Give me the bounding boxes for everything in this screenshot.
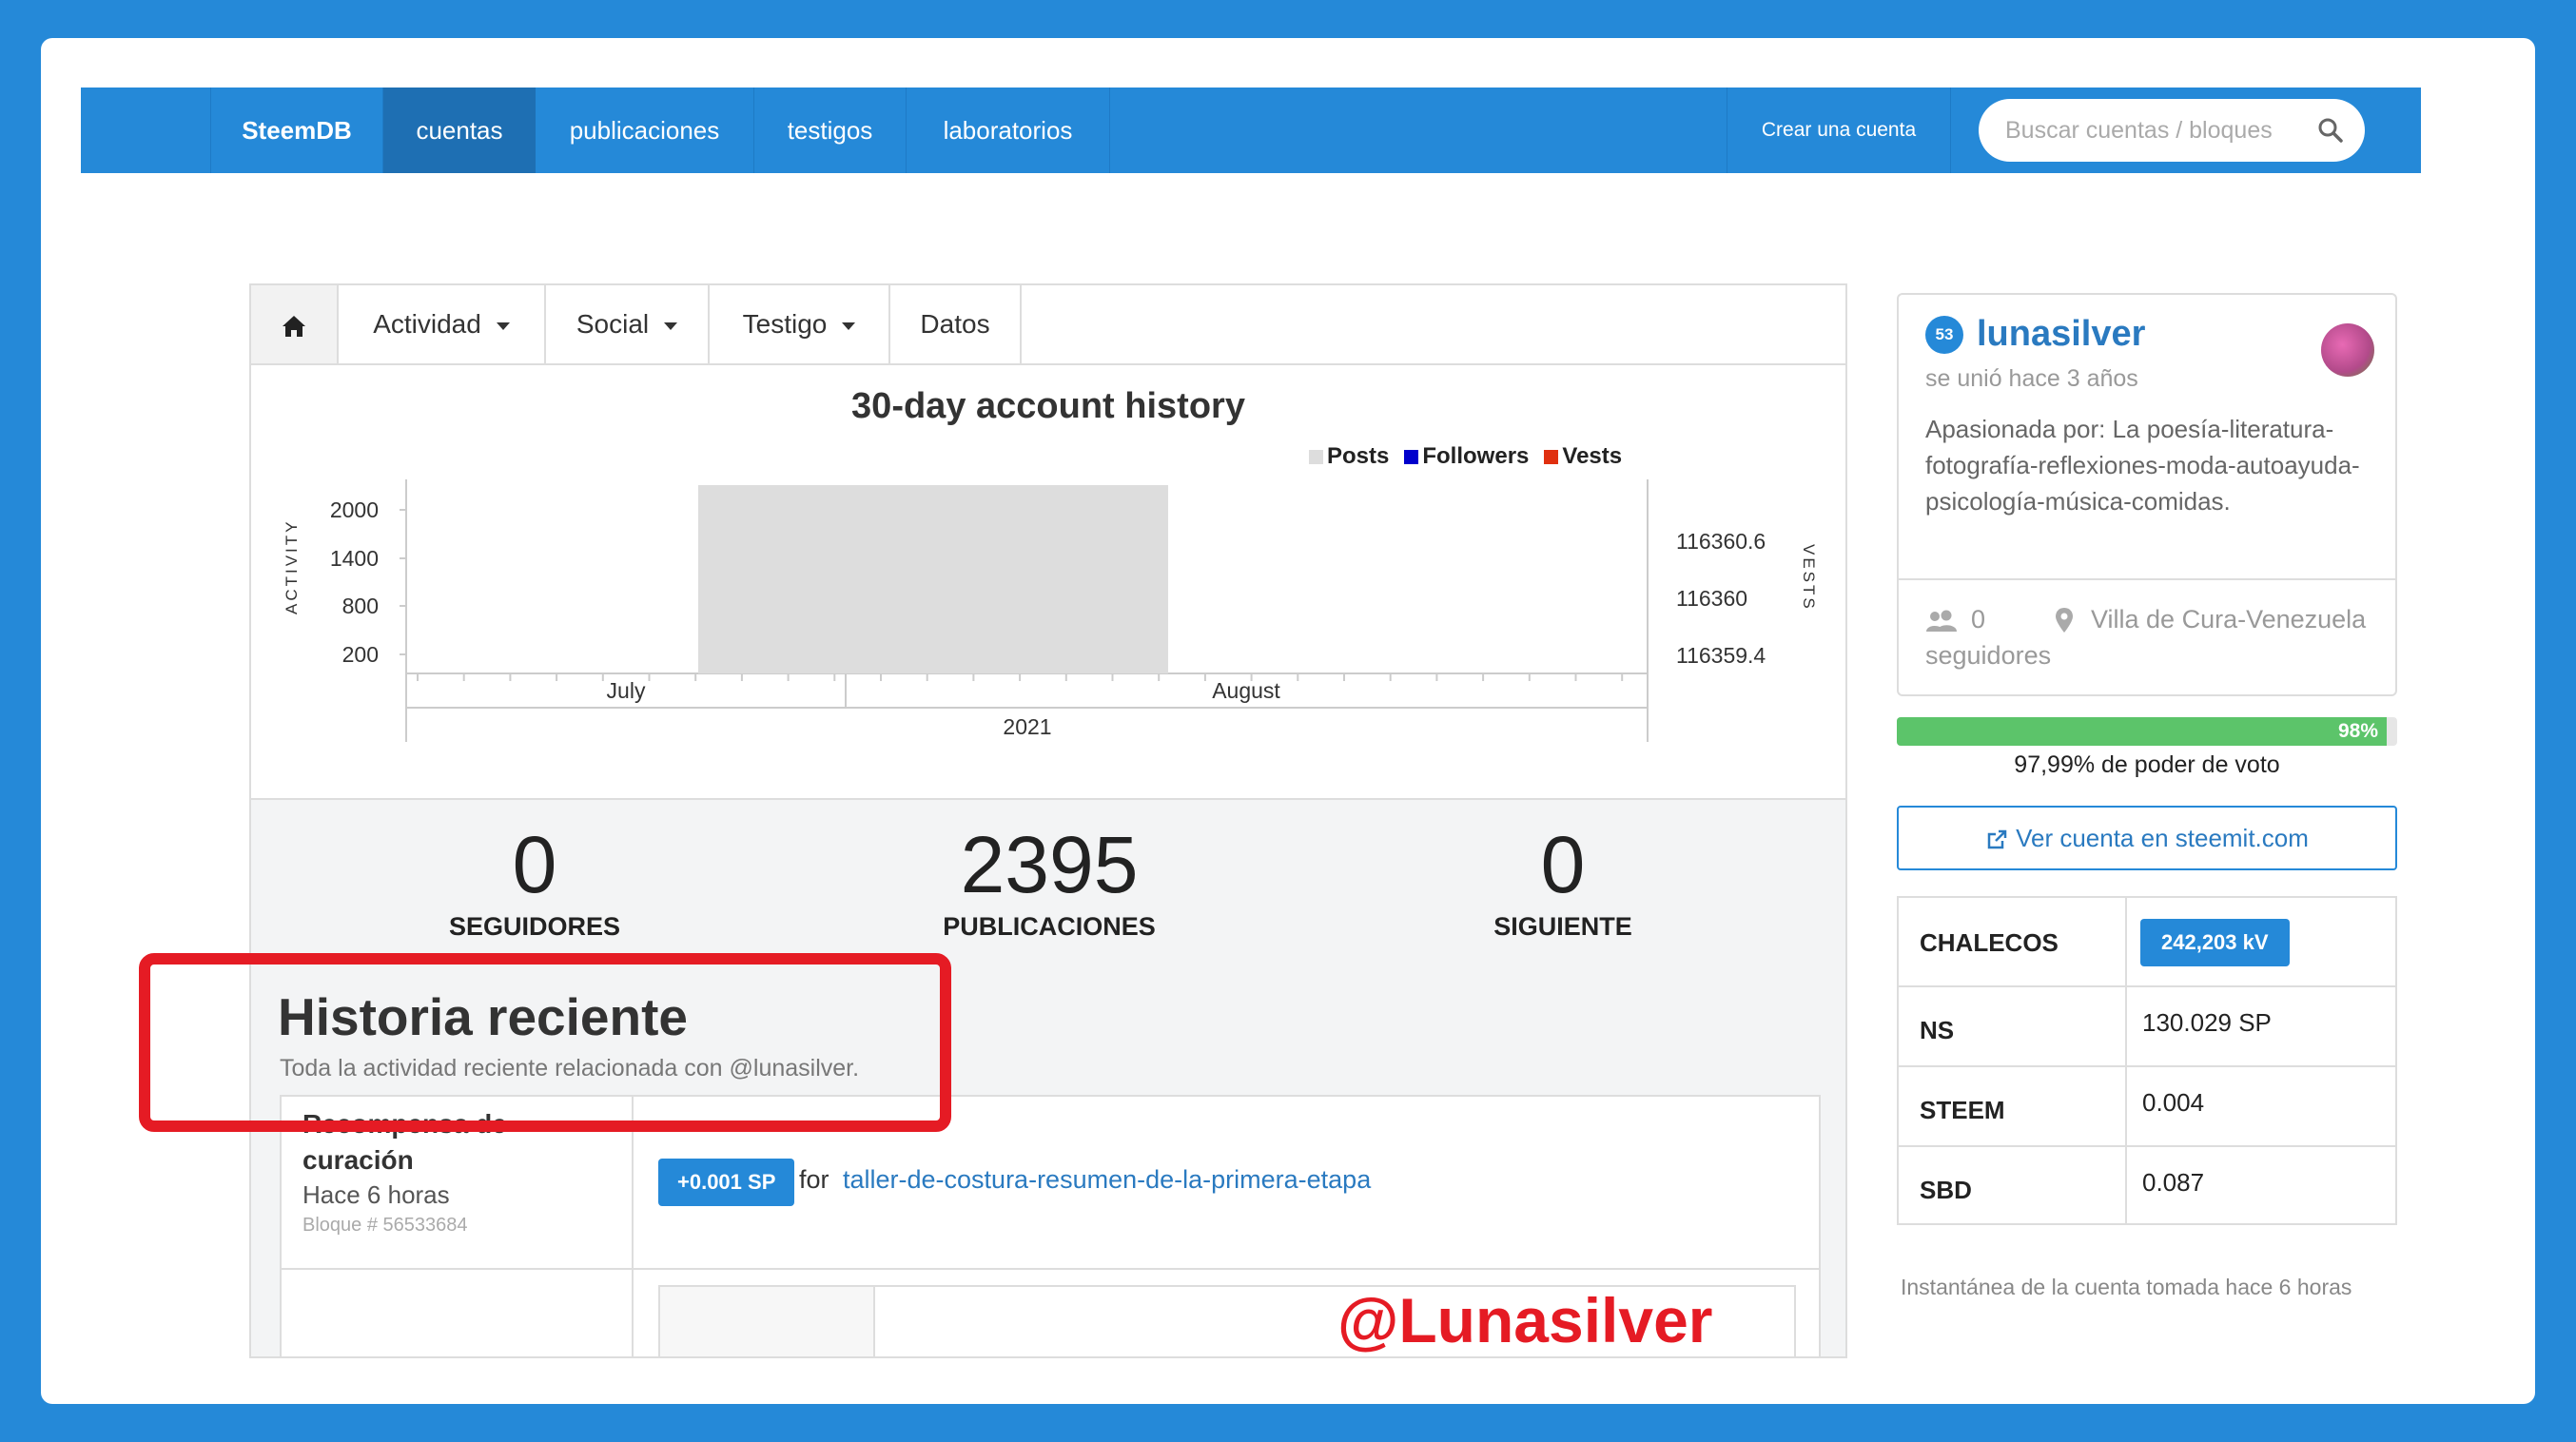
x-tick-label: July <box>607 678 646 703</box>
tab-testigo-label: Testigo <box>742 309 828 339</box>
tab-actividad[interactable]: Actividad <box>339 285 546 363</box>
wallet-row: NS 130.029 SP <box>1899 987 2395 1067</box>
account-history-chart: 30-day account history Posts Followers V… <box>251 365 1845 798</box>
voting-power-fill <box>1897 717 2388 746</box>
reward-amount-badge: +0.001 SP <box>658 1159 795 1206</box>
y-tick-right: 116360 <box>1676 586 1747 611</box>
search-input[interactable] <box>2005 99 2319 162</box>
followers-label: seguidores <box>1925 641 2052 670</box>
feed-item-block[interactable]: Bloque # 56533684 <box>302 1215 468 1237</box>
wallet-value: 0.087 <box>2142 1168 2205 1197</box>
wallet-row: SBD 0.087 <box>1899 1147 2395 1225</box>
nav-cuentas[interactable]: cuentas <box>383 88 536 173</box>
profile-bio: Apasionada por: La poesía-literatura-fot… <box>1925 415 2360 516</box>
tab-testigo[interactable]: Testigo <box>710 285 890 363</box>
wallet-row: STEEM 0.004 <box>1899 1067 2395 1147</box>
feed-meta-column: Recompensa de curación Hace 6 horas Bloq… <box>282 1097 634 1356</box>
create-account-link[interactable]: Crear una cuenta <box>1727 88 1951 173</box>
avatar[interactable] <box>2321 323 2374 377</box>
tab-datos[interactable]: Datos <box>890 285 1022 363</box>
top-navbar: SteemDB cuentas publicaciones testigos l… <box>81 88 2421 173</box>
posts-bar[interactable] <box>698 485 1168 673</box>
users-icon <box>1926 610 1957 632</box>
profile-location: Villa de Cura-Venezuela <box>2091 605 2367 633</box>
voting-power-text: 97,99% de poder de voto <box>2014 751 2280 778</box>
stat-following: 0 SIGUIENTE <box>1392 819 1734 942</box>
feed-item-time: Hace 6 horas <box>302 1180 450 1209</box>
y-axis-left-label: ACTIVITY <box>283 518 301 614</box>
stat-label: SIGUIENTE <box>1493 912 1632 941</box>
feed-item-next-col <box>660 1287 875 1356</box>
caret-down-icon <box>496 322 510 330</box>
stat-value: 0 <box>1540 820 1586 909</box>
wallet-value: 0.004 <box>2142 1088 2205 1117</box>
tab-home[interactable] <box>251 285 339 363</box>
post-link[interactable]: taller-de-costura-resumen-de-la-primera-… <box>843 1165 1371 1195</box>
bar-layer <box>698 485 1168 673</box>
highlight-annotation-box <box>139 953 951 1132</box>
home-icon <box>283 315 305 337</box>
snapshot-note: Instantánea de la cuenta tomada hace 6 h… <box>1901 1275 2352 1299</box>
x-year-label: 2021 <box>1003 714 1051 739</box>
nav-publicaciones[interactable]: publicaciones <box>536 88 754 173</box>
y-tick-right: 116360.6 <box>1676 529 1766 554</box>
stat-value: 2395 <box>960 820 1139 909</box>
stat-value: 0 <box>512 820 557 909</box>
external-link-icon <box>1987 829 2007 849</box>
wallet-value: 130.029 SP <box>2142 1008 2272 1037</box>
y-axis-right-label: VESTS <box>1800 544 1818 612</box>
tab-actividad-label: Actividad <box>373 309 481 339</box>
feed-for-text: for <box>799 1165 829 1194</box>
location-pin-icon <box>2056 608 2073 633</box>
y-tick-left: 800 <box>342 594 379 618</box>
tab-social[interactable]: Social <box>546 285 710 363</box>
profile-name[interactable]: lunasilver <box>1977 314 2145 355</box>
voting-power-bar: 98% <box>1897 717 2397 746</box>
tab-social-label: Social <box>576 309 650 339</box>
nav-testigos[interactable]: testigos <box>754 88 907 173</box>
view-on-steemit-button[interactable]: Ver cuenta en steemit.com <box>1897 806 2397 870</box>
profile-card: 53 lunasilver se unió hace 3 años Apasio… <box>1897 293 2397 696</box>
view-on-steemit-label: Ver cuenta en steemit.com <box>2016 824 2309 852</box>
wallet-key: NS <box>1920 1016 1955 1044</box>
profile-joined: se unió hace 3 años <box>1925 365 2138 392</box>
brand-link[interactable]: SteemDB <box>210 88 383 173</box>
account-tabs: Actividad Social Testigo Datos <box>251 285 1845 365</box>
wallet-key: STEEM <box>1920 1096 2005 1124</box>
wallet-row: CHALECOS 242,203 kV <box>1899 898 2395 987</box>
search-box <box>1979 99 2365 162</box>
stat-posts: 2395 PUBLICACIONES <box>878 819 1220 942</box>
author-watermark: @Lunasilver <box>1337 1285 1713 1355</box>
stat-label: SEGUIDORES <box>448 912 621 941</box>
voting-power-percent: 98% <box>2337 720 2378 742</box>
search-icon[interactable] <box>2317 117 2344 144</box>
feed-row-divider <box>282 1268 1819 1270</box>
account-panel: Actividad Social Testigo Datos 30-day ac… <box>249 283 1847 1358</box>
reputation-badge: 53 <box>1925 316 1963 354</box>
y-tick-left: 2000 <box>330 497 379 522</box>
x-tick-label: August <box>1212 678 1280 703</box>
vests-badge: 242,203 kV <box>2140 919 2290 966</box>
profile-divider <box>1899 578 2395 580</box>
stat-label: PUBLICACIONES <box>943 912 1156 941</box>
wallet-key: SBD <box>1920 1176 1972 1204</box>
chart-svg: ACTIVITY VESTS 2000 1400 800 200 116360.… <box>283 479 1818 742</box>
stat-followers: 0 SEGUIDORES <box>363 819 706 942</box>
caret-down-icon <box>664 322 678 330</box>
nav-laboratorios[interactable]: laboratorios <box>907 88 1110 173</box>
followers-count: 0 <box>1971 605 1986 633</box>
caret-down-icon <box>842 322 856 330</box>
y-tick-right: 116359.4 <box>1676 643 1766 668</box>
y-tick-left: 200 <box>342 642 379 667</box>
wallet-table: CHALECOS 242,203 kV NS 130.029 SP STEEM … <box>1897 896 2397 1225</box>
y-tick-left: 1400 <box>330 546 379 571</box>
wallet-key: CHALECOS <box>1920 928 2059 957</box>
